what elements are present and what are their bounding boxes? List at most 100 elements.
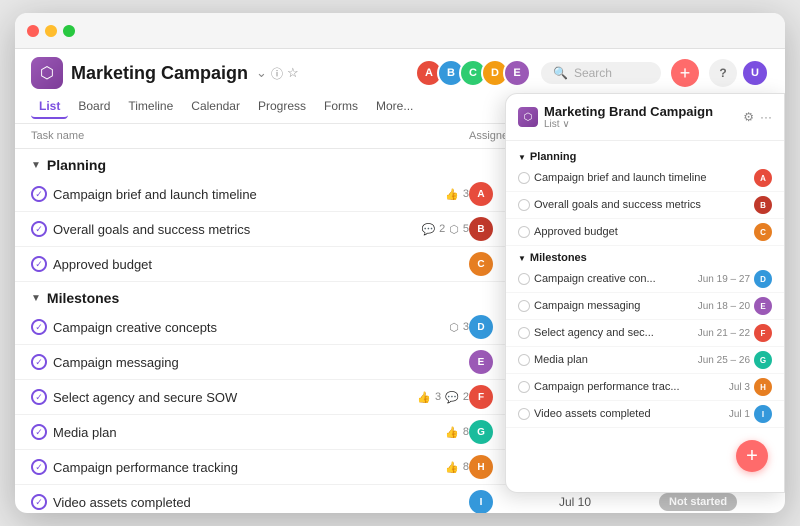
mini-table-row[interactable]: Campaign brief and launch timeline A <box>506 165 784 192</box>
dep-icon: ⬡ <box>449 321 459 334</box>
mini-check-icon <box>518 354 530 366</box>
check-icon[interactable]: ✓ <box>31 186 47 202</box>
mini-due-date: Jul 1 <box>729 409 750 420</box>
mini-list-label: List ∨ <box>544 119 713 130</box>
mini-table-row[interactable]: Campaign messaging Jun 18 – 20 E <box>506 293 784 320</box>
assignee-avatar: H <box>469 455 493 479</box>
mini-avatar: C <box>754 223 772 241</box>
info-icon[interactable]: ⓘ <box>271 65 283 82</box>
mini-add-button[interactable]: + <box>736 440 768 472</box>
check-icon[interactable]: ✓ <box>31 459 47 475</box>
help-button[interactable]: ? <box>709 59 737 87</box>
assignee-avatar: I <box>469 490 493 513</box>
assignee-avatar: A <box>469 182 493 206</box>
mini-check-icon <box>518 327 530 339</box>
add-button[interactable]: + <box>671 59 699 87</box>
status-badge: Not started <box>659 493 737 511</box>
mini-table-row[interactable]: Campaign performance trac... Jul 3 H <box>506 374 784 401</box>
chevron-down-icon[interactable]: ▼ <box>518 254 526 263</box>
mini-panel: ⬡ Marketing Brand Campaign List ∨ ⚙ ··· … <box>505 93 785 493</box>
chevron-down-icon[interactable]: ▼ <box>31 160 41 171</box>
search-box[interactable]: 🔍 Search <box>541 62 661 84</box>
mini-table-row[interactable]: Media plan Jun 25 – 26 G <box>506 347 784 374</box>
filter-icon[interactable]: ⚙ <box>743 110 754 124</box>
chevron-down-icon[interactable]: ▼ <box>31 293 41 304</box>
mini-app-icon: ⬡ <box>518 107 538 127</box>
mini-due-date: Jun 25 – 26 <box>698 355 750 366</box>
task-label: Approved budget <box>53 257 469 272</box>
mini-avatar: G <box>754 351 772 369</box>
section-title: Milestones <box>47 290 119 306</box>
like-icon: 👍 <box>417 391 431 404</box>
check-icon[interactable]: ✓ <box>31 494 47 510</box>
comment-icon: 💬 <box>445 391 459 404</box>
mini-avatar: B <box>754 196 772 214</box>
task-label: Overall goals and success metrics <box>53 222 411 237</box>
user-avatar[interactable]: U <box>741 59 769 87</box>
check-icon[interactable]: ✓ <box>31 256 47 272</box>
check-icon[interactable]: ✓ <box>31 354 47 370</box>
tab-board[interactable]: Board <box>70 95 118 119</box>
search-placeholder: Search <box>574 66 612 80</box>
mini-avatar: H <box>754 378 772 396</box>
mini-table-row[interactable]: Video assets completed Jul 1 I <box>506 401 784 428</box>
dep-icon: ⬡ <box>449 223 459 236</box>
search-icon: 🔍 <box>553 66 568 80</box>
mini-table-row[interactable]: Approved budget C <box>506 219 784 246</box>
mini-table-row[interactable]: Select agency and sec... Jun 21 – 22 F <box>506 320 784 347</box>
assignee-avatar: D <box>469 315 493 339</box>
mini-check-icon <box>518 226 530 238</box>
project-title: Marketing Campaign <box>71 63 248 84</box>
due-date: Jul 10 <box>559 495 659 509</box>
check-icon[interactable]: ✓ <box>31 424 47 440</box>
task-label: Campaign performance tracking <box>53 460 435 475</box>
chevron-down-icon[interactable]: ▼ <box>518 153 526 162</box>
mini-check-icon <box>518 273 530 285</box>
mini-task-label: Select agency and sec... <box>534 327 654 339</box>
mini-avatar: F <box>754 324 772 342</box>
mini-check-icon <box>518 381 530 393</box>
tab-forms[interactable]: Forms <box>316 95 366 119</box>
tab-list[interactable]: List <box>31 95 68 119</box>
task-label: Video assets completed <box>53 495 469 510</box>
mini-avatar: D <box>754 270 772 288</box>
comment-icon: 💬 <box>421 223 435 236</box>
mini-table-row[interactable]: Campaign creative con... Jun 19 – 27 D <box>506 266 784 293</box>
app-icon: ⬡ <box>31 57 63 89</box>
mini-section-planning: ▼ Planning <box>506 145 784 165</box>
more-icon[interactable]: ··· <box>760 110 772 124</box>
like-icon: 👍 <box>445 461 459 474</box>
check-icon[interactable]: ✓ <box>31 221 47 237</box>
tab-more[interactable]: More... <box>368 95 421 119</box>
mini-check-icon <box>518 408 530 420</box>
mini-avatar: E <box>754 297 772 315</box>
check-icon[interactable]: ✓ <box>31 319 47 335</box>
tab-timeline[interactable]: Timeline <box>120 95 181 119</box>
mini-task-label: Campaign brief and launch timeline <box>534 172 706 184</box>
task-label: Campaign creative concepts <box>53 320 439 335</box>
mini-project-name: Marketing Brand Campaign <box>544 104 713 119</box>
mini-due-date: Jun 19 – 27 <box>698 274 750 285</box>
mini-table-row[interactable]: Overall goals and success metrics B <box>506 192 784 219</box>
mini-task-label: Media plan <box>534 354 588 366</box>
chevron-down-icon[interactable]: ⌄ <box>256 65 267 81</box>
mini-check-icon <box>518 172 530 184</box>
maximize-dot[interactable] <box>63 25 75 37</box>
like-icon: 👍 <box>445 188 459 201</box>
mini-check-icon <box>518 199 530 211</box>
tab-progress[interactable]: Progress <box>250 95 314 119</box>
mini-avatar: I <box>754 405 772 423</box>
task-label: Campaign brief and launch timeline <box>53 187 435 202</box>
mini-task-label: Campaign creative con... <box>534 273 656 285</box>
close-dot[interactable] <box>27 25 39 37</box>
check-icon[interactable]: ✓ <box>31 389 47 405</box>
minimize-dot[interactable] <box>45 25 57 37</box>
star-icon[interactable]: ☆ <box>287 65 299 81</box>
header-icons: ⌄ ⓘ ☆ <box>256 65 299 82</box>
assignee-avatar: G <box>469 420 493 444</box>
section-title: Planning <box>47 157 106 173</box>
tab-calendar[interactable]: Calendar <box>183 95 248 119</box>
assignee-avatar: C <box>469 252 493 276</box>
mini-task-label: Approved budget <box>534 226 618 238</box>
avatar: E <box>503 59 531 87</box>
